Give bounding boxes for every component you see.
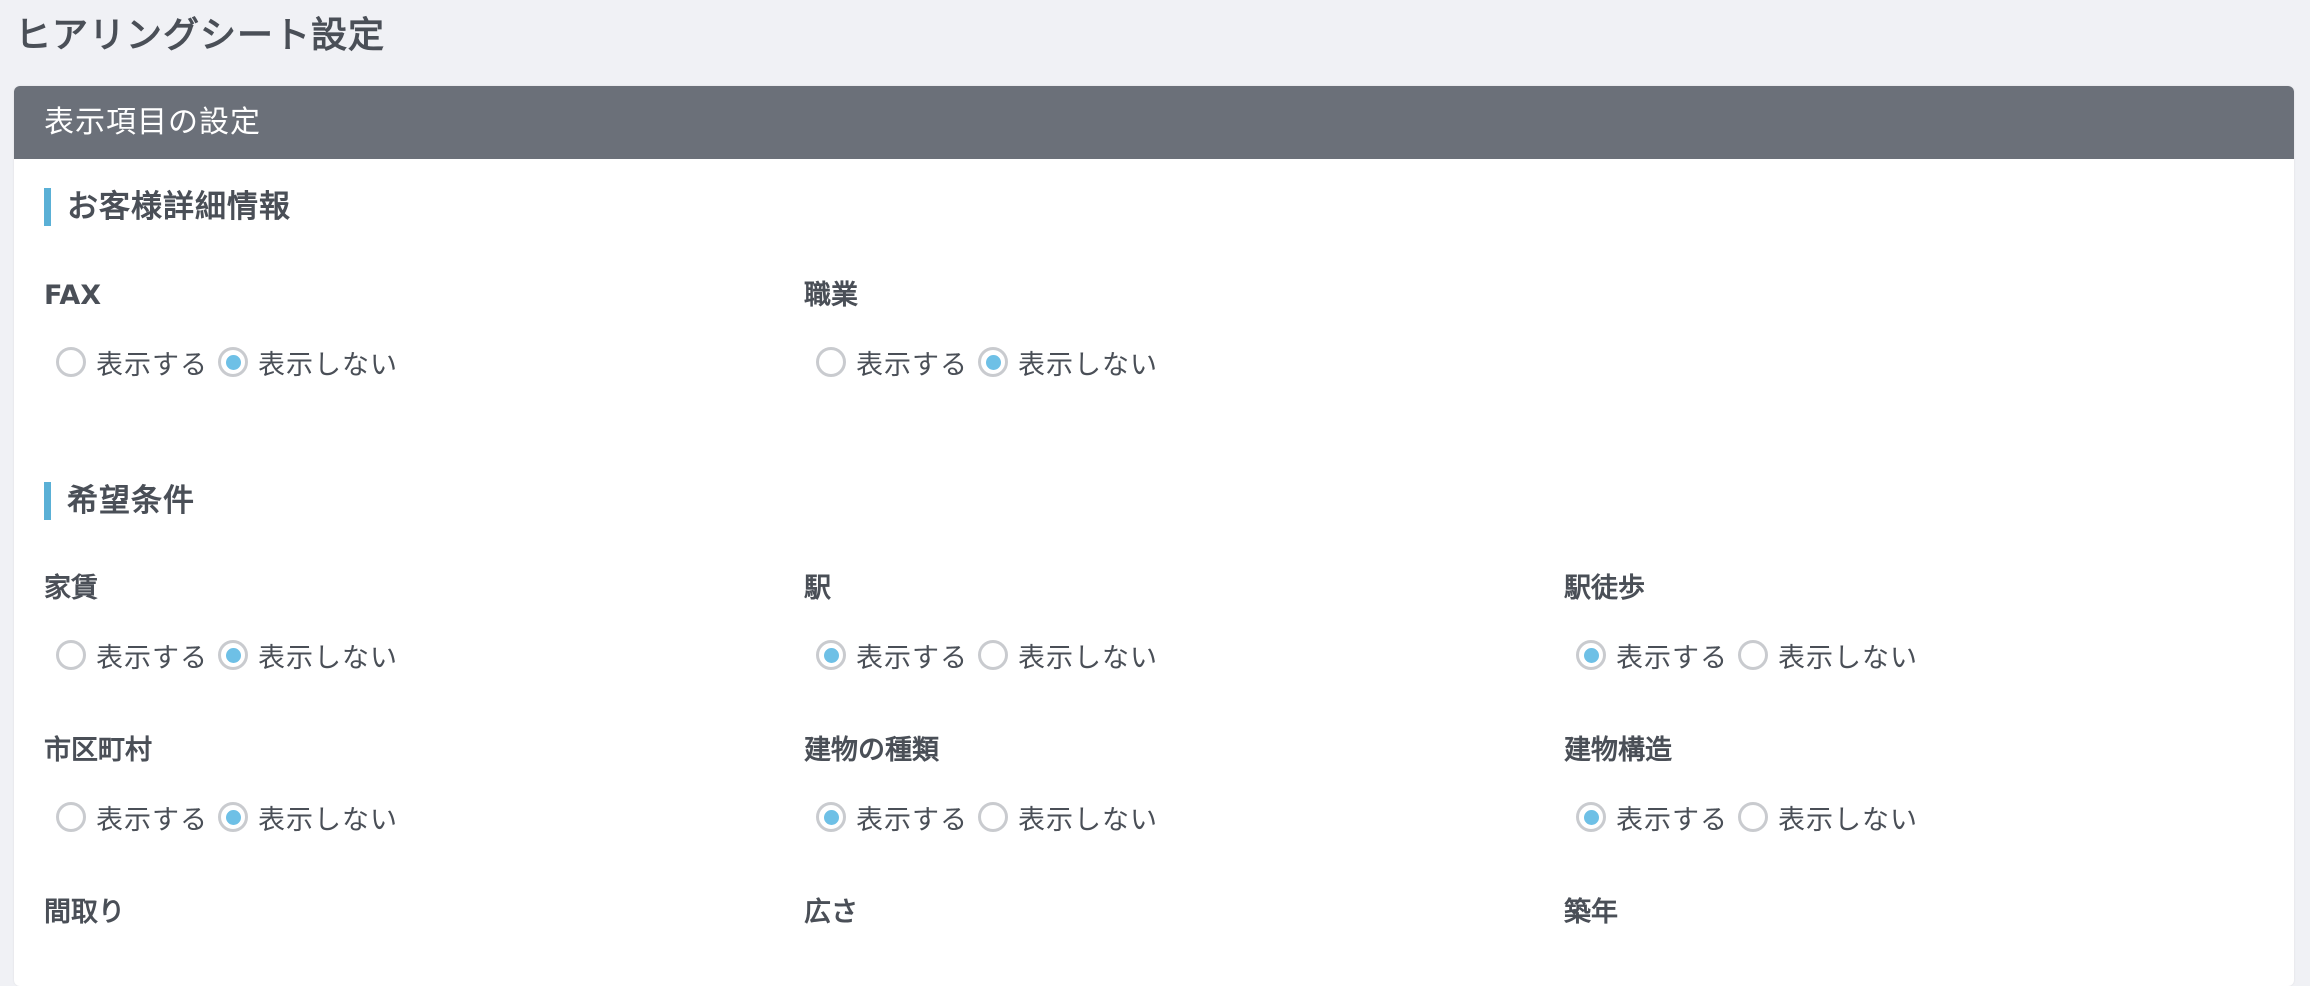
radio-button[interactable] — [1576, 802, 1606, 832]
radio-label-show: 表示する — [96, 349, 208, 381]
radio-fax-show[interactable]: 表示する — [56, 343, 208, 382]
radio-label-hide: 表示しない — [1018, 642, 1158, 674]
radio-fax-hide[interactable]: 表示しない — [218, 343, 398, 382]
field-building-age: 築年 — [1564, 896, 2284, 930]
radio-label-hide: 表示しない — [1018, 804, 1158, 836]
radio-building-type-show[interactable]: 表示する — [816, 798, 968, 837]
radio-station-hide[interactable]: 表示しない — [978, 636, 1158, 675]
radio-button[interactable] — [1738, 802, 1768, 832]
radio-label-show: 表示する — [1616, 804, 1728, 836]
radio-button[interactable] — [218, 802, 248, 832]
field-label: 広さ — [804, 897, 858, 928]
radio-button[interactable] — [218, 347, 248, 377]
radio-label-show: 表示する — [1616, 642, 1728, 674]
field-station-walk: 駅徒歩 表示する 表示しない — [1564, 572, 2284, 674]
radio-button[interactable] — [1738, 640, 1768, 670]
radio-group-city: 表示する 表示しない — [56, 797, 398, 837]
radio-label-hide: 表示しない — [1778, 642, 1918, 674]
radio-label-hide: 表示しない — [258, 642, 398, 674]
radio-city-show[interactable]: 表示する — [56, 798, 208, 837]
radio-label-show: 表示する — [856, 642, 968, 674]
field-label: 家賃 — [44, 573, 98, 604]
radio-building-structure-hide[interactable]: 表示しない — [1738, 798, 1918, 837]
radio-button[interactable] — [1576, 640, 1606, 670]
radio-label-hide: 表示しない — [258, 804, 398, 836]
radio-group-building-type: 表示する 表示しない — [816, 797, 1158, 837]
radio-rent-show[interactable]: 表示する — [56, 636, 208, 675]
field-station: 駅 表示する 表示しない — [804, 572, 1524, 674]
field-occupation: 職業 表示する 表示しない — [804, 279, 1524, 381]
radio-button[interactable] — [56, 347, 86, 377]
display-settings-panel: 表示項目の設定 お客様詳細情報 FAX 表示する 表示しない 職業 表示する 表… — [14, 86, 2294, 986]
radio-label-show: 表示する — [96, 642, 208, 674]
radio-group-rent: 表示する 表示しない — [56, 635, 398, 675]
radio-button[interactable] — [56, 802, 86, 832]
field-label: 建物構造 — [1564, 735, 1672, 766]
radio-building-type-hide[interactable]: 表示しない — [978, 798, 1158, 837]
section-heading-desired-conditions: 希望条件 — [44, 482, 195, 520]
field-label: 築年 — [1564, 897, 1618, 928]
radio-button[interactable] — [816, 347, 846, 377]
field-city: 市区町村 表示する 表示しない — [44, 734, 764, 836]
radio-button[interactable] — [978, 347, 1008, 377]
radio-label-hide: 表示しない — [258, 349, 398, 381]
field-label: FAX — [44, 280, 102, 311]
radio-label-show: 表示する — [856, 349, 968, 381]
field-floor-plan: 間取り — [44, 896, 764, 930]
radio-city-hide[interactable]: 表示しない — [218, 798, 398, 837]
radio-rent-hide[interactable]: 表示しない — [218, 636, 398, 675]
section-heading-customer-details: お客様詳細情報 — [44, 188, 291, 226]
field-rent: 家賃 表示する 表示しない — [44, 572, 764, 674]
field-label: 間取り — [44, 897, 125, 928]
radio-button[interactable] — [978, 640, 1008, 670]
radio-group-fax: 表示する 表示しない — [56, 342, 398, 382]
field-building-type: 建物の種類 表示する 表示しない — [804, 734, 1524, 836]
radio-building-structure-show[interactable]: 表示する — [1576, 798, 1728, 837]
radio-label-show: 表示する — [856, 804, 968, 836]
field-fax: FAX 表示する 表示しない — [44, 279, 764, 381]
field-area-size: 広さ — [804, 896, 1524, 930]
radio-label-hide: 表示しない — [1018, 349, 1158, 381]
field-building-structure: 建物構造 表示する 表示しない — [1564, 734, 2284, 836]
radio-station-show[interactable]: 表示する — [816, 636, 968, 675]
radio-group-station: 表示する 表示しない — [816, 635, 1158, 675]
radio-label-show: 表示する — [96, 804, 208, 836]
radio-group-station-walk: 表示する 表示しない — [1576, 635, 1918, 675]
radio-occupation-show[interactable]: 表示する — [816, 343, 968, 382]
radio-occupation-hide[interactable]: 表示しない — [978, 343, 1158, 382]
field-label: 駅徒歩 — [1564, 573, 1645, 604]
radio-group-occupation: 表示する 表示しない — [816, 342, 1158, 382]
field-label: 建物の種類 — [804, 735, 939, 766]
radio-station-walk-show[interactable]: 表示する — [1576, 636, 1728, 675]
radio-group-building-structure: 表示する 表示しない — [1576, 797, 1918, 837]
radio-button[interactable] — [218, 640, 248, 670]
radio-label-hide: 表示しない — [1778, 804, 1918, 836]
field-label: 市区町村 — [44, 735, 152, 766]
field-label: 職業 — [804, 280, 858, 311]
panel-header: 表示項目の設定 — [14, 86, 2294, 159]
radio-button[interactable] — [816, 802, 846, 832]
radio-station-walk-hide[interactable]: 表示しない — [1738, 636, 1918, 675]
page-title: ヒアリングシート設定 — [15, 15, 386, 56]
radio-button[interactable] — [978, 802, 1008, 832]
radio-button[interactable] — [56, 640, 86, 670]
radio-button[interactable] — [816, 640, 846, 670]
field-label: 駅 — [804, 573, 831, 604]
